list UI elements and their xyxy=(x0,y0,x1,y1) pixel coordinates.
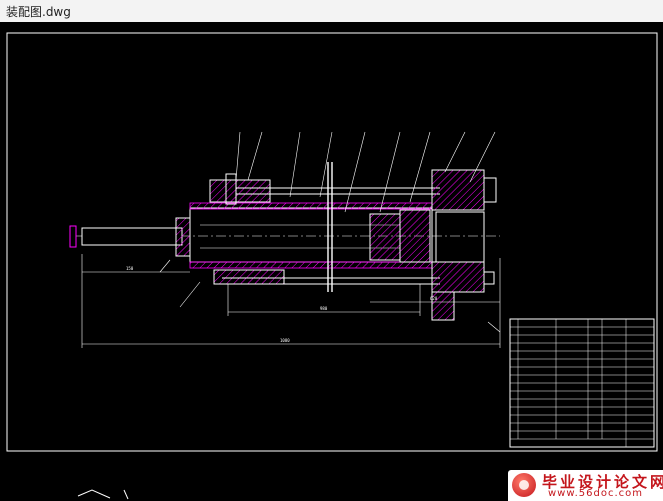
rear-end-cap xyxy=(431,169,497,321)
piston xyxy=(369,209,431,263)
watermark-banner: 毕业设计论文网 www.56doc.com xyxy=(508,470,663,501)
svg-text:1080: 1080 xyxy=(280,338,290,343)
watermark-logo-icon xyxy=(512,473,536,497)
assembly-drawing: 150 980 1080 620 xyxy=(6,32,658,500)
drawing-canvas[interactable]: 150 980 1080 620 xyxy=(0,22,663,501)
ucs-icon xyxy=(77,489,129,500)
svg-text:980: 980 xyxy=(320,306,328,311)
parts-list-table xyxy=(509,318,655,448)
svg-text:150: 150 xyxy=(126,266,134,271)
piston-rod xyxy=(69,217,191,257)
title-bar: 装配图.dwg xyxy=(0,0,663,23)
watermark-url: www.56doc.com xyxy=(548,488,644,499)
window-title: 装配图.dwg xyxy=(6,5,71,19)
svg-text:620: 620 xyxy=(430,296,438,301)
